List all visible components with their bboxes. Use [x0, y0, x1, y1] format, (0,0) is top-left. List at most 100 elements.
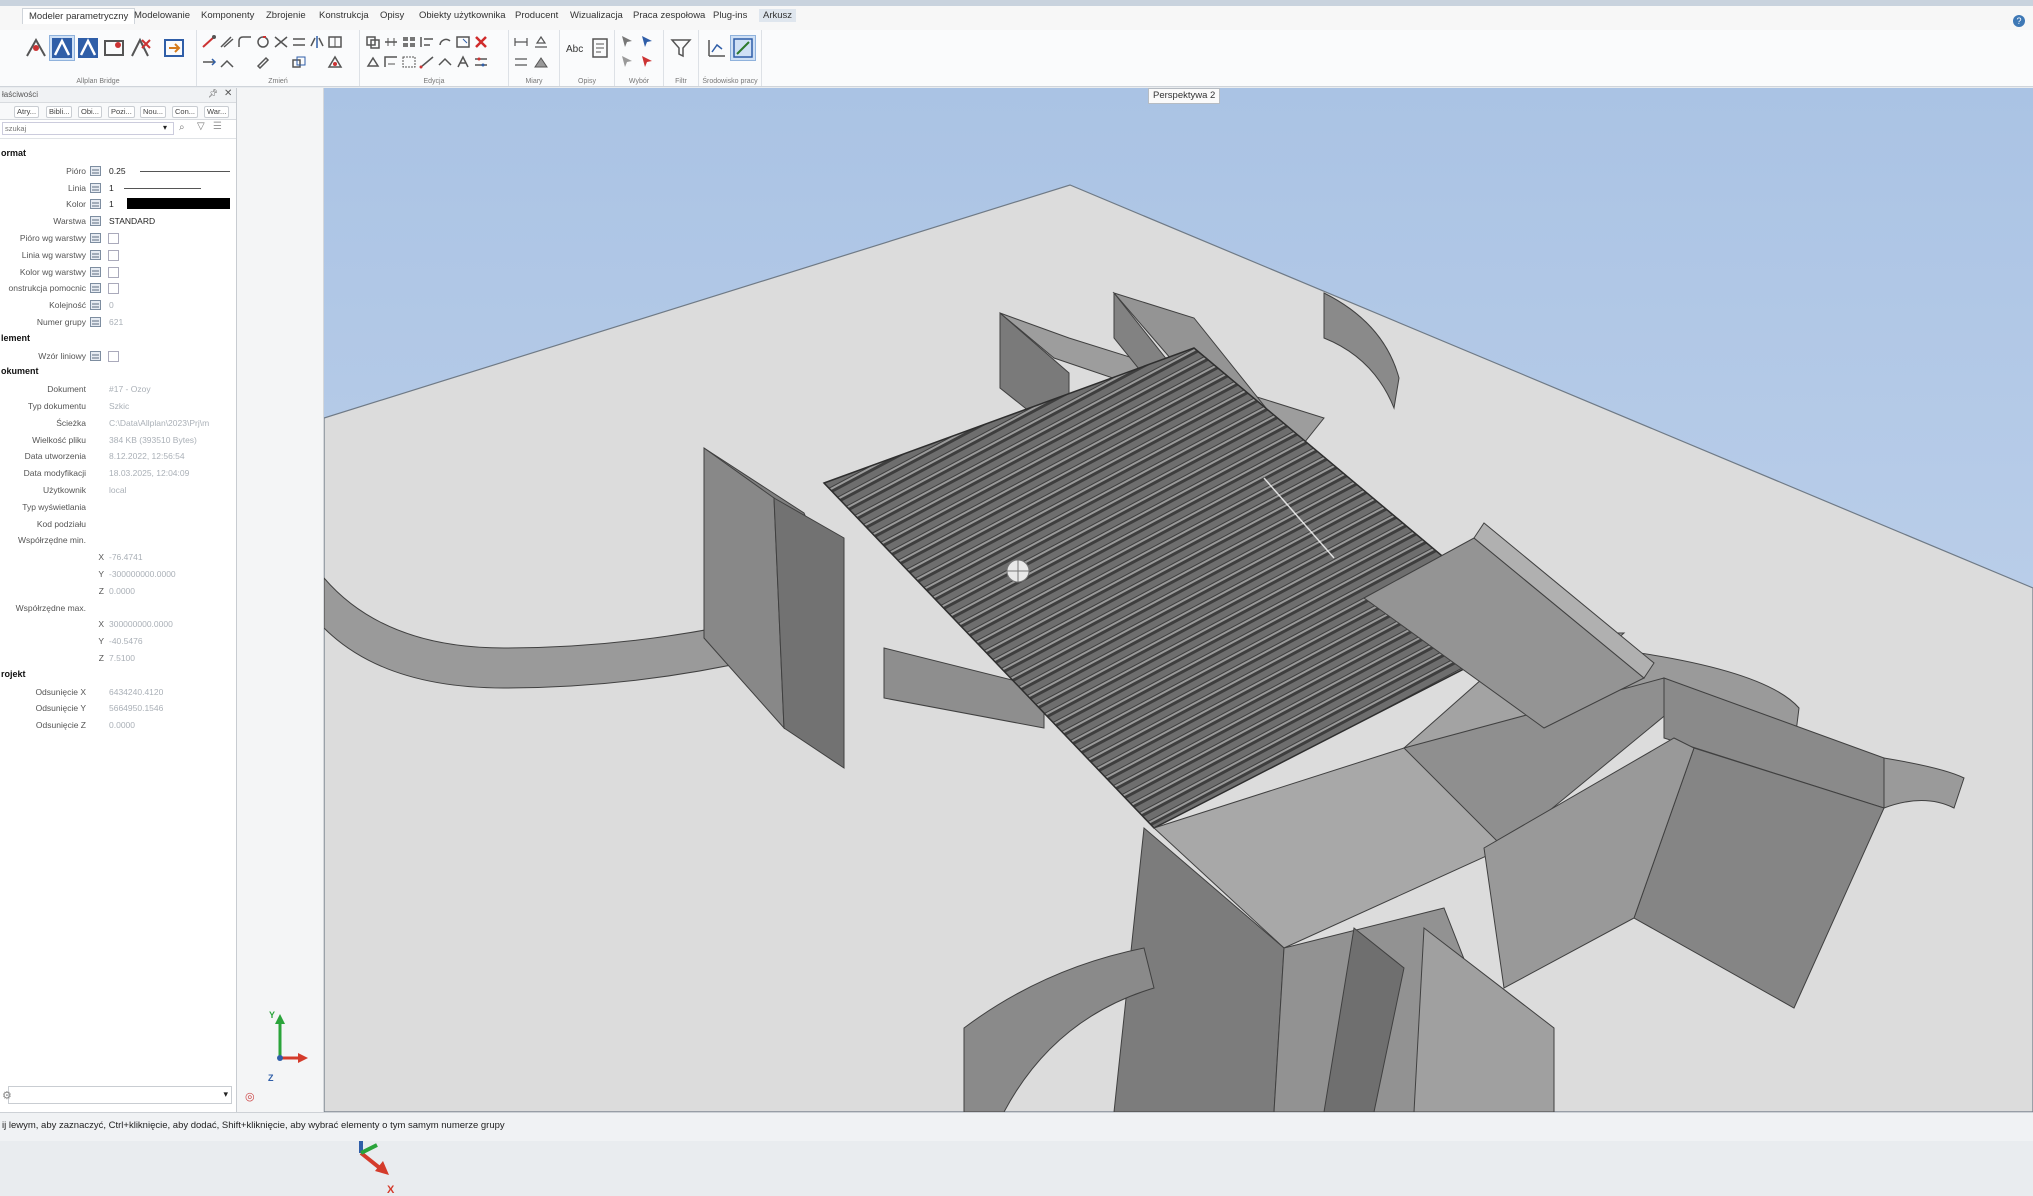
property-row[interactable]: Y -300000000.0000 — [0, 568, 236, 581]
property-checkbox[interactable] — [108, 266, 119, 278]
mirror-icon[interactable] — [309, 35, 325, 49]
tab-konstrukcja[interactable]: Konstrukcja — [319, 10, 369, 21]
viewport-settings-icon[interactable] — [730, 35, 756, 61]
property-row[interactable]: X -76.4741 — [0, 551, 236, 564]
list-view-icon[interactable]: ☰ — [213, 121, 222, 132]
property-checkbox[interactable] — [108, 350, 119, 362]
ptab-con[interactable]: Con... — [172, 106, 199, 118]
text-icon[interactable]: Abc — [564, 36, 588, 60]
workspace-icon[interactable] — [705, 36, 729, 60]
join-icon[interactable] — [219, 55, 235, 69]
property-row[interactable]: Wzór liniowy — [0, 350, 236, 363]
section-format[interactable]: ormat — [1, 148, 26, 158]
bridge-import-icon[interactable] — [162, 36, 186, 60]
bridge-section-icon[interactable] — [76, 36, 100, 60]
pin-icon[interactable]: 📌︎ — [208, 89, 218, 98]
property-row[interactable]: Współrzędne max. — [0, 602, 236, 615]
property-row[interactable]: Data utworzenia 8.12.2022, 12:56:54 — [0, 450, 236, 463]
settings-small-icon[interactable]: ⚙ — [2, 1089, 12, 1102]
stretch-icon[interactable] — [291, 35, 307, 49]
copy-icon[interactable] — [365, 35, 381, 49]
tab-komponenty[interactable]: Komponenty — [201, 10, 254, 21]
property-row[interactable]: Dokument #17 - Ozoy — [0, 383, 236, 396]
filter-icon[interactable] — [669, 36, 693, 60]
tab-arkusz[interactable]: Arkusz — [759, 9, 797, 22]
color-swatch[interactable] — [127, 198, 230, 210]
measure-icon[interactable] — [419, 55, 435, 69]
rotate-icon[interactable] — [255, 35, 271, 49]
scale-icon[interactable] — [291, 55, 307, 69]
property-row[interactable]: X 300000000.0000 — [0, 618, 236, 631]
property-row[interactable]: Typ wyświetlania — [0, 501, 236, 514]
elevation-icon[interactable] — [533, 35, 549, 49]
bridge-delete-icon[interactable] — [128, 36, 152, 60]
property-row[interactable]: Współrzędne min. — [0, 534, 236, 547]
property-row[interactable]: Kolor wg warstwy — [0, 266, 236, 279]
properties-search-input[interactable] — [2, 122, 174, 135]
tab-opisy[interactable]: Opisy — [380, 10, 404, 21]
property-row[interactable]: onstrukcja pomocnic — [0, 282, 236, 295]
bridge-axis-icon[interactable] — [24, 36, 48, 60]
reference-icon[interactable] — [437, 55, 453, 69]
3d-viewport[interactable] — [324, 88, 2033, 1112]
section-dokument[interactable]: okument — [1, 366, 39, 376]
property-row[interactable]: Kolor 1 — [0, 198, 236, 211]
property-row[interactable]: Warstwa STANDARD — [0, 215, 236, 228]
tab-producent[interactable]: Producent — [515, 10, 558, 21]
property-row[interactable]: Użytkownik local — [0, 484, 236, 497]
transform-icon[interactable] — [455, 35, 471, 49]
property-row[interactable]: Kolejność 0 — [0, 299, 236, 312]
property-row[interactable]: Y -40.5476 — [0, 635, 236, 648]
tab-plug-ins[interactable]: Plug-ins — [713, 10, 747, 21]
pen-thickness-slider[interactable] — [140, 170, 230, 172]
align-icon[interactable] — [419, 35, 435, 49]
search-icon[interactable]: ⌕ — [179, 122, 185, 133]
match-icon[interactable] — [365, 55, 381, 69]
edit-icon[interactable] — [255, 55, 271, 69]
ptab-nou[interactable]: Nou... — [140, 106, 167, 118]
property-row[interactable]: Typ dokumentu Szkic — [0, 400, 236, 413]
modify-icon[interactable] — [327, 55, 343, 69]
rotate-copy-icon[interactable] — [437, 35, 453, 49]
property-row[interactable]: Z 0.0000 — [0, 585, 236, 598]
property-row[interactable]: Ścieżka C:\Data\Allplan\2023\Prj\m — [0, 417, 236, 430]
area-dimension-icon[interactable] — [533, 55, 549, 69]
property-row[interactable]: Data modyfikacji 18.03.2025, 12:04:09 — [0, 467, 236, 480]
close-icon[interactable]: ✕ — [224, 88, 232, 99]
group-icon[interactable] — [401, 55, 417, 69]
property-row[interactable]: Numer grupy 621 — [0, 316, 236, 329]
copy-along-icon[interactable] — [383, 35, 399, 49]
trim-icon[interactable] — [273, 35, 289, 49]
delete-icon[interactable] — [473, 35, 489, 49]
tab-modeler-parametryczny[interactable]: Modeler parametryczny — [22, 8, 136, 24]
select-icon[interactable] — [619, 34, 635, 48]
property-row[interactable]: Pióro 0.25 — [0, 165, 236, 178]
tab-zbrojenie[interactable]: Zbrojenie — [266, 10, 306, 21]
property-row[interactable]: Linia wg warstwy — [0, 249, 236, 262]
move-icon[interactable] — [201, 35, 217, 49]
tab-wizualizacja[interactable]: Wizualizacja — [570, 10, 623, 21]
bottom-dropdown[interactable]: ▾ — [8, 1086, 232, 1104]
property-row[interactable]: Kod podziału — [0, 518, 236, 531]
section-element[interactable]: lement — [1, 333, 30, 343]
select-window-icon[interactable] — [619, 54, 635, 68]
properties-icon[interactable] — [473, 55, 489, 69]
select-all-icon[interactable] — [639, 34, 655, 48]
ptab-obiekty[interactable]: Obi... — [78, 106, 102, 118]
line-type-preview[interactable] — [124, 187, 201, 189]
dimension-edit-icon[interactable] — [513, 55, 529, 69]
ptab-pozioma[interactable]: Pozi... — [108, 106, 135, 118]
filter-icon[interactable]: ▽ — [197, 121, 205, 132]
fillet-icon[interactable] — [237, 35, 253, 49]
property-row[interactable]: Pióro wg warstwy — [0, 232, 236, 245]
tab-modelowanie[interactable]: Modelowanie — [134, 10, 190, 21]
tab-obiekty-uzytkownika[interactable]: Obiekty użytkownika — [419, 10, 506, 21]
dimension-line-icon[interactable] — [513, 35, 529, 49]
bridge-pier-icon[interactable] — [102, 36, 126, 60]
label-icon[interactable] — [588, 36, 612, 60]
ptab-warstwy[interactable]: War... — [204, 106, 230, 118]
property-row[interactable]: Wielkość pliku 384 KB (393510 Bytes) — [0, 434, 236, 447]
property-row[interactable]: Odsunięcie Y 5664950.1546 — [0, 702, 236, 715]
property-row[interactable]: Odsunięcie Z 0.0000 — [0, 719, 236, 732]
tab-praca-zespolowa[interactable]: Praca zespołowa — [633, 10, 705, 21]
